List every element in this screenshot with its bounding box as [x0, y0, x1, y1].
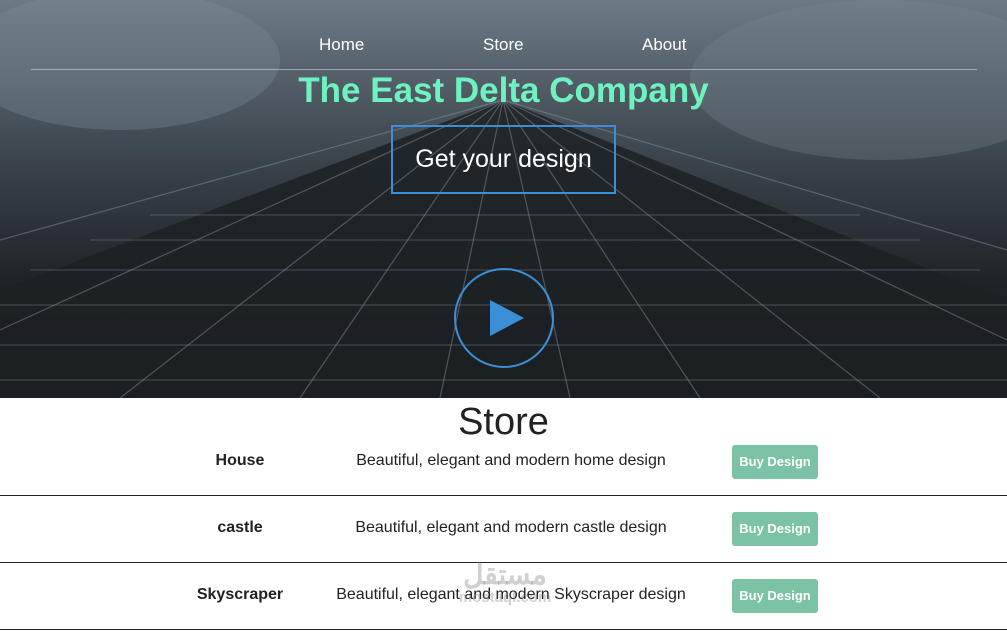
- store-row: House Beautiful, elegant and modern home…: [0, 429, 1007, 496]
- store-row: castle Beautiful, elegant and modern cas…: [0, 496, 1007, 563]
- row-divider: [0, 629, 1007, 630]
- product-description: Beautiful, elegant and modern home desig…: [356, 452, 666, 469]
- play-video-button[interactable]: [454, 268, 554, 368]
- hero-section: Home Store About The East Delta Company …: [0, 0, 1007, 398]
- nav-about-link[interactable]: About: [642, 35, 686, 55]
- top-nav: Home Store About: [0, 35, 1007, 59]
- nav-store-link[interactable]: Store: [483, 35, 524, 55]
- buy-design-button[interactable]: Buy Design: [732, 512, 818, 546]
- watermark-latin: mostaql.com: [458, 589, 552, 606]
- buy-design-button[interactable]: Buy Design: [732, 445, 818, 479]
- watermark-arabic: مستقل: [463, 559, 547, 590]
- product-description: Beautiful, elegant and modern castle des…: [355, 519, 667, 536]
- play-icon: [490, 300, 524, 336]
- mostaql-watermark: مستقل mostaql.com: [440, 560, 570, 606]
- nav-home-link[interactable]: Home: [319, 35, 364, 55]
- get-design-button[interactable]: Get your design: [391, 125, 616, 194]
- company-title: The East Delta Company: [298, 71, 709, 110]
- buy-design-button[interactable]: Buy Design: [732, 579, 818, 613]
